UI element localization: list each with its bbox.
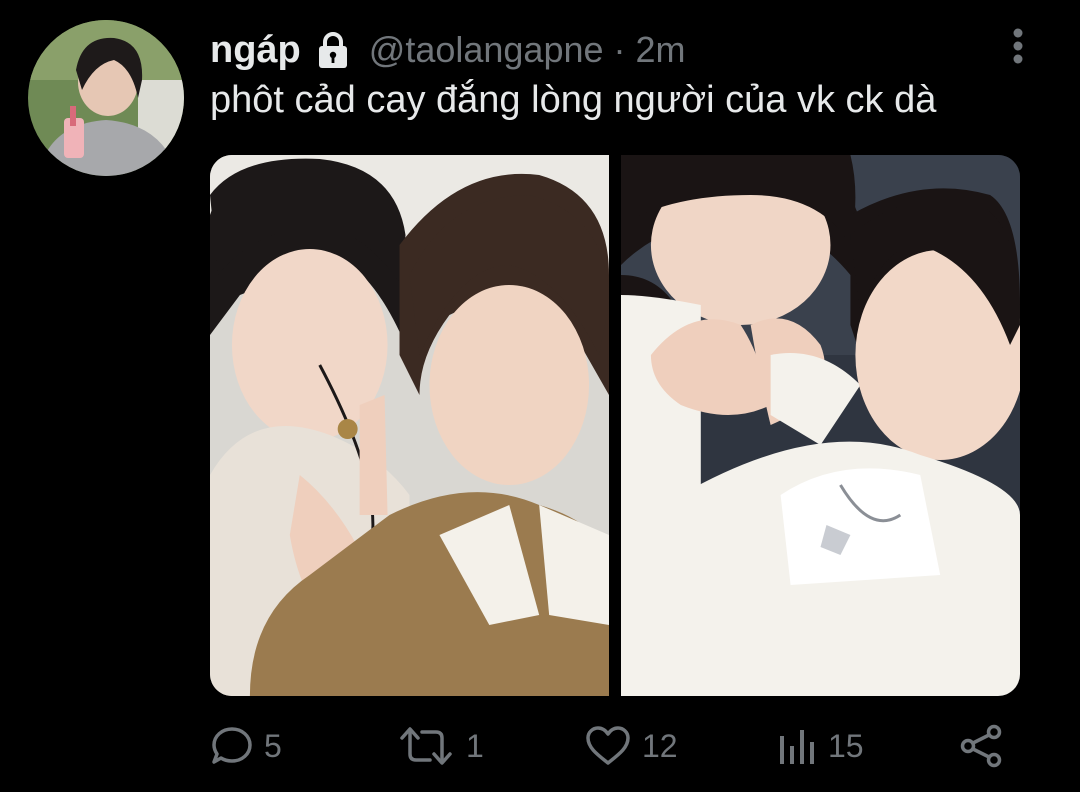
tweet-header: ngáp @taolangapne · 2m [210,26,686,74]
avatar[interactable] [28,20,184,176]
avatar-photo [28,20,184,176]
more-vertical-icon [1013,28,1023,64]
timestamp[interactable]: 2m [636,29,686,71]
lock-icon [313,30,353,70]
photo-image [210,155,609,696]
media-photo-1[interactable] [210,155,609,696]
media-grid [210,155,1020,696]
user-handle[interactable]: @taolangapne [369,29,604,71]
tweet-actions: 5 1 12 15 [210,716,1020,776]
photo-image [621,155,1020,696]
share-button[interactable] [958,716,1006,776]
like-count: 12 [642,727,678,764]
display-name[interactable]: ngáp [210,29,301,72]
views-button[interactable]: 15 [774,716,864,776]
more-options-button[interactable] [1000,24,1036,68]
heart-icon [586,726,630,765]
retweet-arrows-icon [400,727,452,765]
speech-bubble-icon [212,727,252,764]
tweet-text: phôt cảd cay đắng lòng người của vk ck d… [210,79,937,121]
share-nodes-icon [960,724,1002,768]
retweet-count: 1 [466,727,484,764]
reply-button[interactable]: 5 [210,716,282,776]
tweet: ngáp @taolangapne · 2m phôt cảd cay đắng… [0,0,1080,792]
retweet-button[interactable]: 1 [396,716,484,776]
separator-dot: · [613,29,626,70]
views-count: 15 [828,727,864,764]
media-photo-2[interactable] [621,155,1020,696]
bar-chart-icon [780,730,814,764]
reply-count: 5 [264,727,282,764]
like-button[interactable]: 12 [584,716,678,776]
